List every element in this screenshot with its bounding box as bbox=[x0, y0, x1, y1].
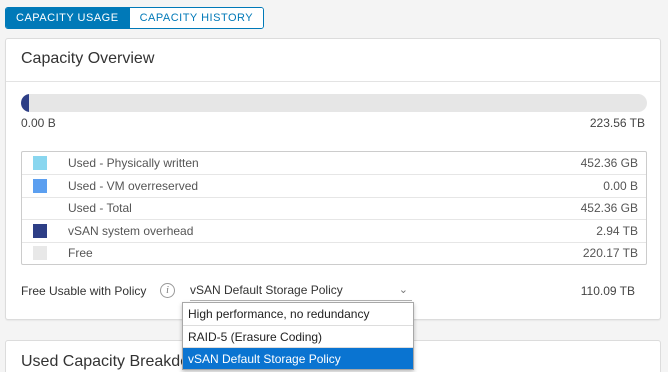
bar-min-label: 0.00 B bbox=[21, 116, 56, 130]
legend-value: 452.36 GB bbox=[580, 201, 638, 216]
policy-label: Free Usable with Policy bbox=[21, 284, 147, 298]
legend-swatch bbox=[33, 223, 47, 238]
info-icon[interactable]: i bbox=[160, 283, 175, 298]
legend-swatch bbox=[33, 201, 47, 215]
bar-max-label: 223.56 TB bbox=[589, 116, 645, 130]
capacity-bar bbox=[21, 94, 647, 112]
page: CAPACITY USAGE CAPACITY HISTORY Capacity… bbox=[0, 0, 668, 372]
legend-value: 220.17 TB bbox=[582, 246, 638, 261]
legend-label: Used - Physically written bbox=[68, 156, 199, 171]
tab-capacity-usage[interactable]: CAPACITY USAGE bbox=[6, 8, 129, 28]
legend-value: 0.00 B bbox=[603, 179, 638, 194]
card-title: Capacity Overview bbox=[21, 50, 155, 67]
legend-swatch bbox=[33, 246, 47, 261]
legend-swatch bbox=[33, 179, 47, 194]
divider bbox=[6, 81, 660, 82]
policy-select-value: vSAN Default Storage Policy bbox=[190, 283, 343, 297]
policy-select[interactable]: vSAN Default Storage Policy ⌄ bbox=[190, 279, 412, 301]
legend-row: vSAN system overhead 2.94 TB bbox=[22, 219, 646, 241]
capacity-legend: Used - Physically written 452.36 GB Used -… bbox=[21, 151, 647, 265]
menu-item-option[interactable]: vSAN Default Storage Policy bbox=[183, 347, 413, 369]
legend-label: Free bbox=[68, 246, 93, 261]
legend-row: Used - Physically written 452.36 GB bbox=[22, 152, 646, 174]
policy-dropdown-menu: High performance, no redundancy RAID-5 (E… bbox=[182, 302, 414, 370]
capacity-tabs: CAPACITY USAGE CAPACITY HISTORY bbox=[5, 7, 265, 29]
legend-label: Used - VM overreserved bbox=[68, 179, 199, 194]
legend-row: Free 220.17 TB bbox=[22, 241, 646, 264]
legend-value: 2.94 TB bbox=[596, 223, 638, 238]
legend-row: Used - VM overreserved 0.00 B bbox=[22, 174, 646, 196]
legend-swatch bbox=[33, 156, 47, 171]
chevron-down-icon: ⌄ bbox=[398, 284, 408, 296]
legend-label: Used - Total bbox=[68, 201, 132, 216]
menu-item-option[interactable]: High performance, no redundancy bbox=[183, 303, 413, 325]
legend-value: 452.36 GB bbox=[580, 156, 638, 171]
capacity-bar-fill bbox=[21, 94, 30, 112]
menu-item-option[interactable]: RAID-5 (Erasure Coding) bbox=[183, 325, 413, 347]
legend-label: vSAN system overhead bbox=[68, 223, 194, 238]
policy-free-value: 110.09 TB bbox=[580, 284, 635, 298]
legend-row: Used - Total 452.36 GB bbox=[22, 196, 646, 219]
capacity-overview-card: Capacity Overview 0.00 B 223.56 TB Used … bbox=[5, 38, 661, 320]
tab-capacity-history[interactable]: CAPACITY HISTORY bbox=[128, 8, 264, 28]
